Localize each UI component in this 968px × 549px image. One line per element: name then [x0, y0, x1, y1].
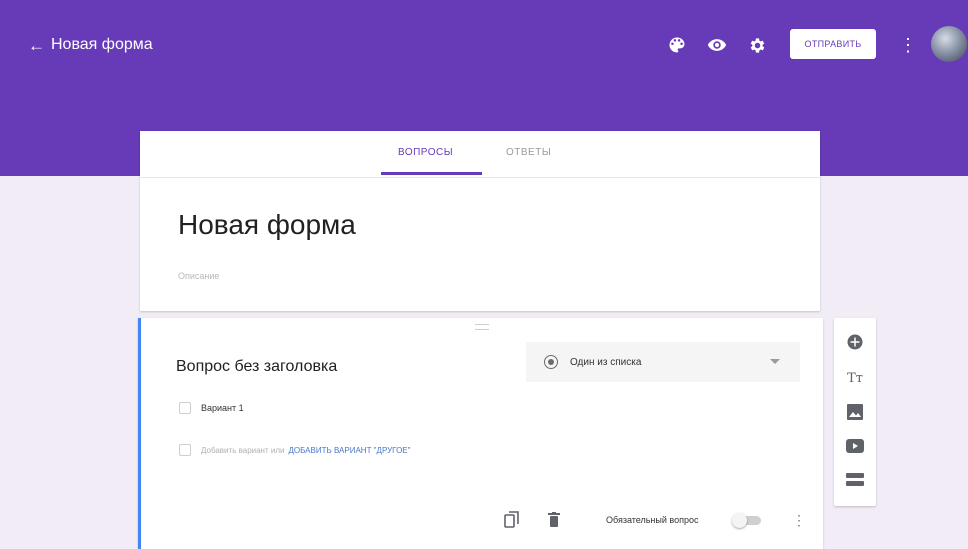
- tab-answers[interactable]: ОТВЕТЫ: [506, 147, 551, 158]
- title-text-icon[interactable]: Tт: [841, 364, 869, 392]
- form-title-card: ВОПРОСЫ ОТВЕТЫ Новая форма Описание: [140, 131, 820, 311]
- title-text-label: Tт: [847, 370, 863, 386]
- avatar[interactable]: [931, 26, 967, 62]
- image-icon[interactable]: [841, 398, 869, 426]
- video-icon[interactable]: [841, 432, 869, 460]
- eye-icon[interactable]: [704, 32, 730, 58]
- question-card[interactable]: Вопрос без заголовка Один из списка Вари…: [138, 318, 823, 549]
- tabs-bar: ВОПРОСЫ ОТВЕТЫ: [140, 131, 820, 178]
- side-toolbar: Tт: [834, 318, 876, 506]
- back-arrow-icon: ←: [28, 35, 45, 55]
- active-tab-indicator: [381, 172, 482, 175]
- question-title-input[interactable]: Вопрос без заголовка: [176, 358, 337, 376]
- question-type-dropdown[interactable]: Один из списка: [526, 342, 800, 382]
- form-title-input[interactable]: Новая форма: [178, 209, 356, 241]
- radio-button-icon: [544, 355, 558, 369]
- section-icon[interactable]: [841, 466, 869, 494]
- delete-icon[interactable]: [545, 510, 563, 530]
- drag-handle-icon[interactable]: [475, 324, 489, 330]
- more-vert-icon[interactable]: ⋮: [898, 32, 918, 58]
- send-button[interactable]: ОТПРАВИТЬ: [790, 29, 876, 59]
- back-to-forms-link[interactable]: ← Новая форма: [28, 36, 153, 54]
- checkbox-icon: [179, 444, 191, 456]
- required-label: Обязательный вопрос: [606, 515, 699, 525]
- gear-icon[interactable]: [744, 32, 770, 58]
- header-form-title: Новая форма: [51, 36, 153, 53]
- required-toggle[interactable]: [732, 513, 761, 528]
- question-type-label: Один из списка: [570, 356, 642, 368]
- option-row[interactable]: Вариант 1: [179, 402, 244, 414]
- chevron-down-icon: [770, 359, 780, 364]
- add-option-text[interactable]: Добавить вариант или: [201, 446, 284, 455]
- more-vert-icon[interactable]: ⋮: [792, 510, 806, 530]
- add-other-option-link[interactable]: ДОБАВИТЬ ВАРИАНТ "ДРУГОЕ": [288, 446, 410, 455]
- option-label[interactable]: Вариант 1: [201, 403, 244, 413]
- tab-questions[interactable]: ВОПРОСЫ: [398, 147, 453, 158]
- top-bar: ← Новая форма ОТПРАВИТЬ ⋮: [0, 0, 968, 86]
- question-footer: Обязательный вопрос ⋮: [141, 505, 823, 535]
- checkbox-icon: [179, 402, 191, 414]
- copy-icon[interactable]: [503, 510, 521, 530]
- toggle-knob: [732, 513, 747, 528]
- add-question-icon[interactable]: [841, 328, 869, 356]
- palette-icon[interactable]: [664, 32, 690, 58]
- add-option-row[interactable]: Добавить вариант или ДОБАВИТЬ ВАРИАНТ "Д…: [179, 444, 410, 456]
- form-description-input[interactable]: Описание: [178, 271, 219, 281]
